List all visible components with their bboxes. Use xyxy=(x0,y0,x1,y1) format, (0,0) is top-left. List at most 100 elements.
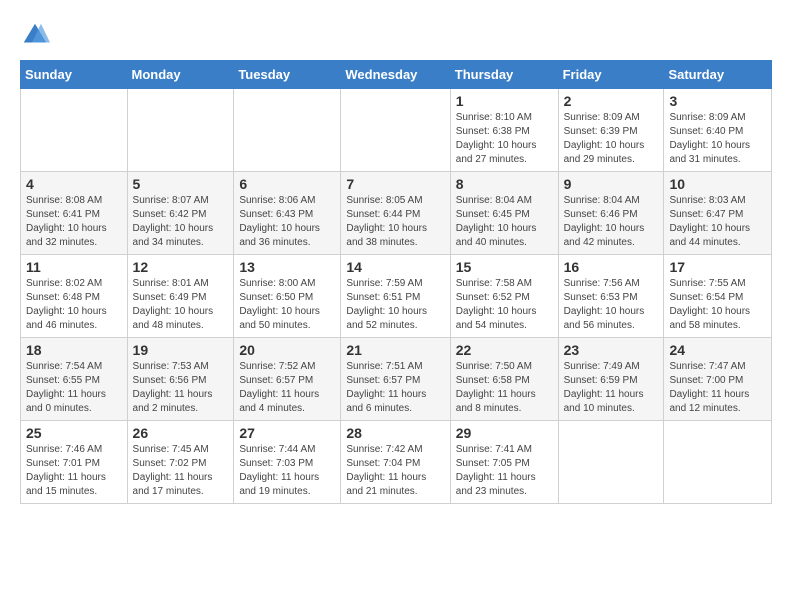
calendar-cell: 20 Sunrise: 7:52 AM Sunset: 6:57 PM Dayli… xyxy=(234,338,341,421)
day-number: 28 xyxy=(346,425,444,441)
day-info: Sunrise: 8:04 AM Sunset: 6:46 PM Dayligh… xyxy=(564,194,659,250)
day-info: Sunrise: 8:10 AM Sunset: 6:38 PM Dayligh… xyxy=(456,111,553,167)
calendar-cell xyxy=(234,89,341,172)
day-info: Sunrise: 7:54 AM Sunset: 6:55 PM Dayligh… xyxy=(26,360,122,416)
day-number: 1 xyxy=(456,93,553,109)
day-header-friday: Friday xyxy=(558,61,664,89)
day-number: 26 xyxy=(133,425,229,441)
day-number: 11 xyxy=(26,259,122,275)
day-info: Sunrise: 7:46 AM Sunset: 7:01 PM Dayligh… xyxy=(26,443,122,499)
day-info: Sunrise: 8:02 AM Sunset: 6:48 PM Dayligh… xyxy=(26,277,122,333)
day-number: 10 xyxy=(669,176,766,192)
calendar-cell: 1 Sunrise: 8:10 AM Sunset: 6:38 PM Daylig… xyxy=(450,89,558,172)
calendar-cell: 9 Sunrise: 8:04 AM Sunset: 6:46 PM Daylig… xyxy=(558,172,664,255)
day-header-wednesday: Wednesday xyxy=(341,61,450,89)
day-info: Sunrise: 7:49 AM Sunset: 6:59 PM Dayligh… xyxy=(564,360,659,416)
day-number: 22 xyxy=(456,342,553,358)
day-number: 25 xyxy=(26,425,122,441)
calendar-cell xyxy=(21,89,128,172)
day-header-tuesday: Tuesday xyxy=(234,61,341,89)
calendar-cell: 14 Sunrise: 7:59 AM Sunset: 6:51 PM Dayli… xyxy=(341,255,450,338)
calendar-cell: 8 Sunrise: 8:04 AM Sunset: 6:45 PM Daylig… xyxy=(450,172,558,255)
calendar-cell: 6 Sunrise: 8:06 AM Sunset: 6:43 PM Daylig… xyxy=(234,172,341,255)
day-info: Sunrise: 8:06 AM Sunset: 6:43 PM Dayligh… xyxy=(239,194,335,250)
day-number: 9 xyxy=(564,176,659,192)
calendar-cell: 2 Sunrise: 8:09 AM Sunset: 6:39 PM Daylig… xyxy=(558,89,664,172)
day-info: Sunrise: 8:08 AM Sunset: 6:41 PM Dayligh… xyxy=(26,194,122,250)
day-info: Sunrise: 7:59 AM Sunset: 6:51 PM Dayligh… xyxy=(346,277,444,333)
day-info: Sunrise: 7:52 AM Sunset: 6:57 PM Dayligh… xyxy=(239,360,335,416)
calendar-cell: 10 Sunrise: 8:03 AM Sunset: 6:47 PM Dayli… xyxy=(664,172,772,255)
week-row-1: 1 Sunrise: 8:10 AM Sunset: 6:38 PM Daylig… xyxy=(21,89,772,172)
calendar-cell: 11 Sunrise: 8:02 AM Sunset: 6:48 PM Dayli… xyxy=(21,255,128,338)
day-number: 20 xyxy=(239,342,335,358)
day-info: Sunrise: 7:42 AM Sunset: 7:04 PM Dayligh… xyxy=(346,443,444,499)
calendar-table: SundayMondayTuesdayWednesdayThursdayFrid… xyxy=(20,60,772,504)
calendar-cell: 19 Sunrise: 7:53 AM Sunset: 6:56 PM Dayli… xyxy=(127,338,234,421)
header-row: SundayMondayTuesdayWednesdayThursdayFrid… xyxy=(21,61,772,89)
day-header-sunday: Sunday xyxy=(21,61,128,89)
day-number: 7 xyxy=(346,176,444,192)
day-info: Sunrise: 7:53 AM Sunset: 6:56 PM Dayligh… xyxy=(133,360,229,416)
day-number: 14 xyxy=(346,259,444,275)
day-info: Sunrise: 8:04 AM Sunset: 6:45 PM Dayligh… xyxy=(456,194,553,250)
day-info: Sunrise: 7:55 AM Sunset: 6:54 PM Dayligh… xyxy=(669,277,766,333)
day-info: Sunrise: 7:56 AM Sunset: 6:53 PM Dayligh… xyxy=(564,277,659,333)
day-number: 27 xyxy=(239,425,335,441)
calendar-cell: 29Sunrise: 7:41 AM Sunset: 7:05 PM Dayli… xyxy=(450,421,558,504)
day-number: 6 xyxy=(239,176,335,192)
day-info: Sunrise: 7:47 AM Sunset: 7:00 PM Dayligh… xyxy=(669,360,766,416)
day-info: Sunrise: 7:58 AM Sunset: 6:52 PM Dayligh… xyxy=(456,277,553,333)
day-number: 19 xyxy=(133,342,229,358)
day-info: Sunrise: 8:03 AM Sunset: 6:47 PM Dayligh… xyxy=(669,194,766,250)
logo-icon xyxy=(20,20,50,50)
calendar-cell: 17 Sunrise: 7:55 AM Sunset: 6:54 PM Dayli… xyxy=(664,255,772,338)
day-number: 24 xyxy=(669,342,766,358)
day-info: Sunrise: 7:51 AM Sunset: 6:57 PM Dayligh… xyxy=(346,360,444,416)
page-header xyxy=(20,20,772,50)
day-info: Sunrise: 8:09 AM Sunset: 6:40 PM Dayligh… xyxy=(669,111,766,167)
calendar-cell: 26 Sunrise: 7:45 AM Sunset: 7:02 PM Dayli… xyxy=(127,421,234,504)
calendar-cell: 18 Sunrise: 7:54 AM Sunset: 6:55 PM Dayli… xyxy=(21,338,128,421)
calendar-cell: 7 Sunrise: 8:05 AM Sunset: 6:44 PM Daylig… xyxy=(341,172,450,255)
day-info: Sunrise: 8:07 AM Sunset: 6:42 PM Dayligh… xyxy=(133,194,229,250)
calendar-cell: 27 Sunrise: 7:44 AM Sunset: 7:03 PM Dayli… xyxy=(234,421,341,504)
day-number: 8 xyxy=(456,176,553,192)
day-info: Sunrise: 7:50 AM Sunset: 6:58 PM Dayligh… xyxy=(456,360,553,416)
calendar-cell: 21Sunrise: 7:51 AM Sunset: 6:57 PM Dayli… xyxy=(341,338,450,421)
day-number: 17 xyxy=(669,259,766,275)
week-row-5: 25 Sunrise: 7:46 AM Sunset: 7:01 PM Dayli… xyxy=(21,421,772,504)
logo xyxy=(20,20,54,50)
day-number: 23 xyxy=(564,342,659,358)
day-number: 12 xyxy=(133,259,229,275)
calendar-cell: 24 Sunrise: 7:47 AM Sunset: 7:00 PM Dayli… xyxy=(664,338,772,421)
calendar-cell xyxy=(664,421,772,504)
calendar-cell: 4 Sunrise: 8:08 AM Sunset: 6:41 PM Daylig… xyxy=(21,172,128,255)
calendar-cell: 5 Sunrise: 8:07 AM Sunset: 6:42 PM Daylig… xyxy=(127,172,234,255)
day-info: Sunrise: 7:45 AM Sunset: 7:02 PM Dayligh… xyxy=(133,443,229,499)
calendar-cell xyxy=(341,89,450,172)
day-header-saturday: Saturday xyxy=(664,61,772,89)
day-number: 15 xyxy=(456,259,553,275)
day-info: Sunrise: 7:44 AM Sunset: 7:03 PM Dayligh… xyxy=(239,443,335,499)
day-number: 29 xyxy=(456,425,553,441)
calendar-cell: 22 Sunrise: 7:50 AM Sunset: 6:58 PM Dayli… xyxy=(450,338,558,421)
day-number: 18 xyxy=(26,342,122,358)
day-header-thursday: Thursday xyxy=(450,61,558,89)
day-info: Sunrise: 8:05 AM Sunset: 6:44 PM Dayligh… xyxy=(346,194,444,250)
day-info: Sunrise: 8:00 AM Sunset: 6:50 PM Dayligh… xyxy=(239,277,335,333)
day-info: Sunrise: 8:09 AM Sunset: 6:39 PM Dayligh… xyxy=(564,111,659,167)
day-number: 2 xyxy=(564,93,659,109)
calendar-cell: 16Sunrise: 7:56 AM Sunset: 6:53 PM Dayli… xyxy=(558,255,664,338)
calendar-cell: 3Sunrise: 8:09 AM Sunset: 6:40 PM Daylig… xyxy=(664,89,772,172)
day-number: 13 xyxy=(239,259,335,275)
day-header-monday: Monday xyxy=(127,61,234,89)
calendar-cell: 15 Sunrise: 7:58 AM Sunset: 6:52 PM Dayli… xyxy=(450,255,558,338)
day-info: Sunrise: 8:01 AM Sunset: 6:49 PM Dayligh… xyxy=(133,277,229,333)
calendar-cell xyxy=(127,89,234,172)
day-number: 4 xyxy=(26,176,122,192)
calendar-cell: 23 Sunrise: 7:49 AM Sunset: 6:59 PM Dayli… xyxy=(558,338,664,421)
day-number: 5 xyxy=(133,176,229,192)
calendar-cell: 28 Sunrise: 7:42 AM Sunset: 7:04 PM Dayli… xyxy=(341,421,450,504)
calendar-cell: 25 Sunrise: 7:46 AM Sunset: 7:01 PM Dayli… xyxy=(21,421,128,504)
